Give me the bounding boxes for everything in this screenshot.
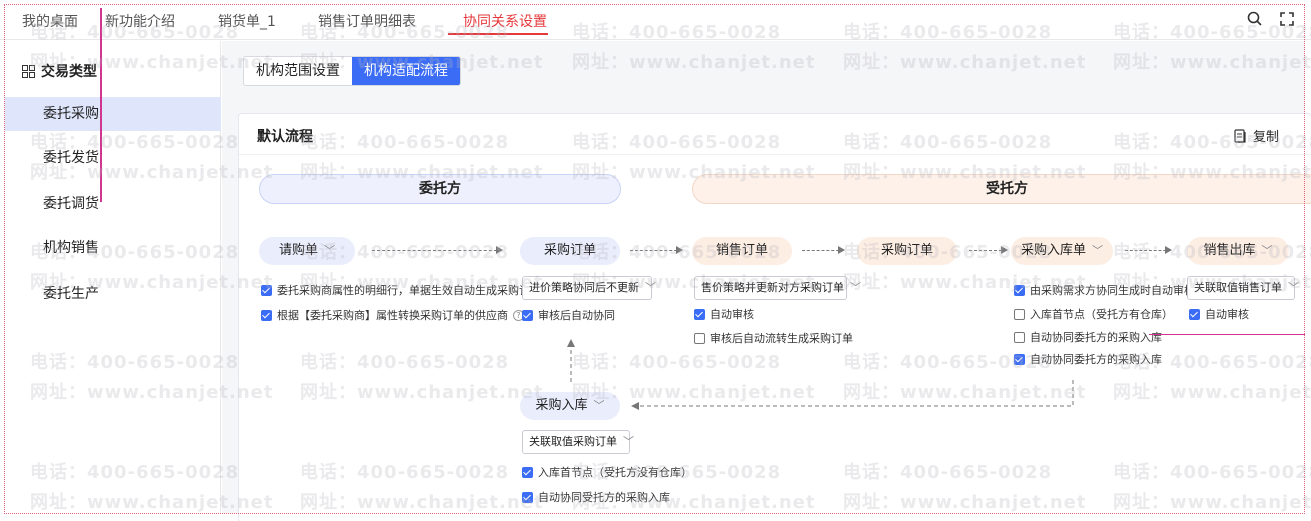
selection-frame (4, 4, 1305, 514)
